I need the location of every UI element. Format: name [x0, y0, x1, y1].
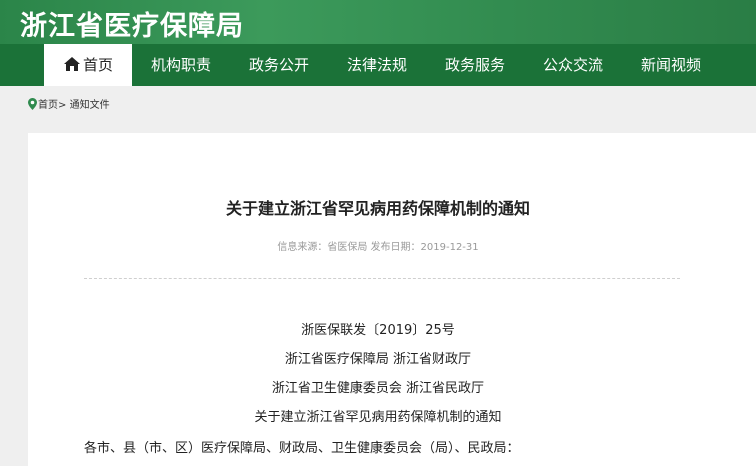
main-nav: 首页 机构职责 政务公开 法律法规 政务服务 公众交流 新闻视频: [0, 44, 756, 86]
doc-number: 浙医保联发〔2019〕25号: [301, 323, 455, 338]
breadcrumb-current[interactable]: 通知文件: [70, 100, 110, 111]
nav-item-label: 首页: [82, 56, 113, 74]
nav-item-public-exchange[interactable]: 公众交流: [532, 44, 614, 86]
article-title: 关于建立浙江省罕见病用药保障机制的通知: [225, 199, 530, 218]
breadcrumb: 首页> 通知文件: [28, 98, 110, 114]
nav-item-home[interactable]: 首页: [44, 44, 132, 86]
divider: [84, 278, 680, 279]
issuers-line-2: 浙江省卫生健康委员会 浙江省民政厅: [271, 381, 485, 396]
nav-item-news-video[interactable]: 新闻视频: [630, 44, 712, 86]
nav-item-services[interactable]: 政务服务: [434, 44, 516, 86]
nav-item-laws[interactable]: 法律法规: [336, 44, 418, 86]
doc-title: 关于建立浙江省罕见病用药保障机制的通知: [254, 410, 502, 425]
breadcrumb-home[interactable]: 首页: [38, 100, 58, 111]
article-card: 关于建立浙江省罕见病用药保障机制的通知 信息来源：省医保局 发布日期：2019-…: [28, 133, 756, 466]
nav-item-responsibilities[interactable]: 机构职责: [140, 44, 222, 86]
location-pin-icon: [28, 98, 37, 110]
nav-item-government-affairs[interactable]: 政务公开: [238, 44, 320, 86]
article-meta: 信息来源：省医保局 发布日期：2019-12-31: [277, 242, 479, 253]
issuers-line-1: 浙江省医疗保障局 浙江省财政厅: [284, 352, 472, 367]
addressee: 各市、县（市、区）医疗保障局、财政局、卫生健康委员会（局）、民政局：: [84, 441, 520, 456]
site-title[interactable]: 浙江省医疗保障局: [20, 10, 244, 44]
site-header: 浙江省医疗保障局: [0, 0, 756, 44]
breadcrumb-separator: >: [58, 100, 67, 111]
home-icon: [63, 57, 80, 71]
